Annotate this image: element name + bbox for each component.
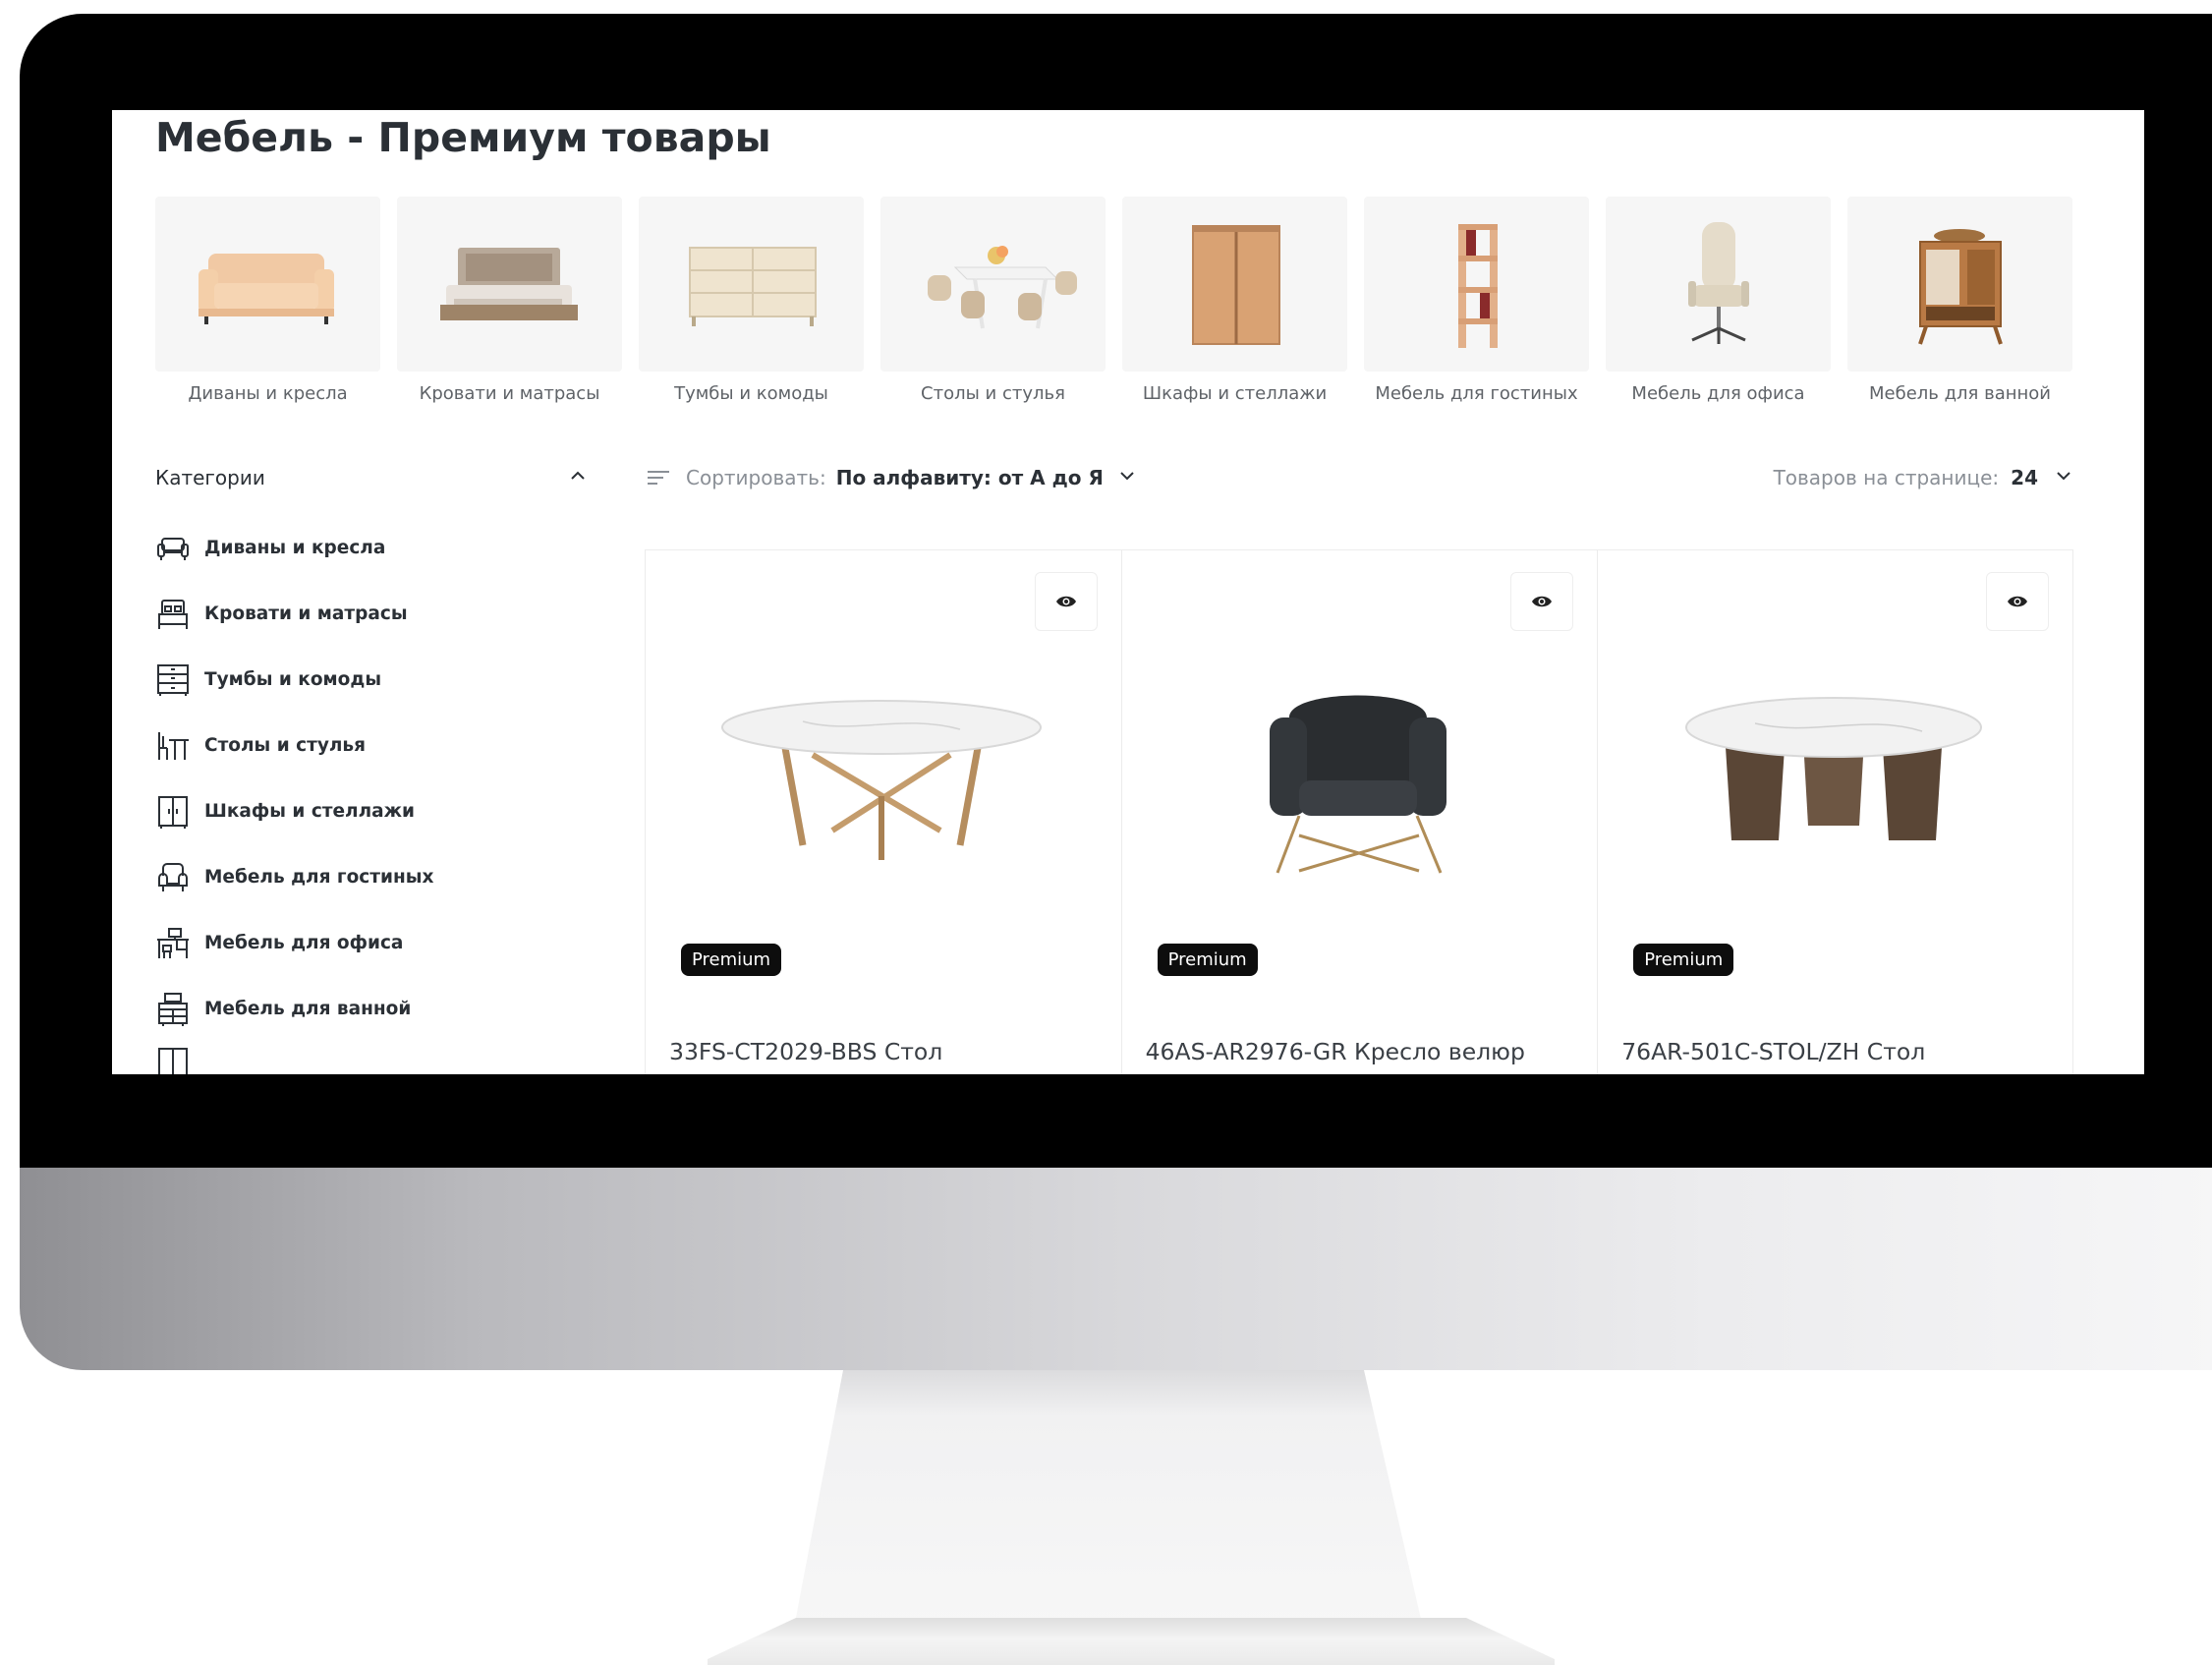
dresser-icon <box>639 197 864 372</box>
categories-list: Диваны и кресла Кровати и матрасы Тумбы … <box>155 515 433 1074</box>
sidebar-item-label: Шкафы и стеллажи <box>204 801 416 822</box>
product-card[interactable]: Premium 33FS-CT2029-BBS Стол <box>645 550 1121 1074</box>
office-chair-icon <box>1606 197 1831 372</box>
premium-badge: Premium <box>1633 944 1734 976</box>
monitor-chin <box>20 1168 2212 1370</box>
chevron-down-icon[interactable] <box>2054 466 2073 489</box>
tile-living[interactable]: Мебель для гостиных <box>1364 197 1589 404</box>
tile-dressers[interactable]: Тумбы и комоды <box>639 197 864 404</box>
tile-label: Диваны и кресла <box>188 383 348 404</box>
tile-label: Кровати и матрасы <box>419 383 600 404</box>
monitor-stand <box>794 1370 1423 1628</box>
monitor-base <box>708 1618 1555 1665</box>
per-page-label: Товаров на странице: <box>1773 466 2000 489</box>
product-name[interactable]: 76AR-501C-STOL/ZH Стол <box>1621 1034 2054 1069</box>
categories-title: Категории <box>155 466 265 489</box>
bathroom-cabinet-icon <box>1847 197 2072 372</box>
wardrobe-icon <box>1122 197 1347 372</box>
sidebar-item-tables[interactable]: Столы и стулья <box>155 713 433 778</box>
sidebar-item-label: Мебель для офиса <box>204 933 404 953</box>
chevron-up-icon[interactable] <box>568 466 588 489</box>
tile-office[interactable]: Мебель для офиса <box>1606 197 1831 404</box>
table-chair-outline-icon <box>155 728 191 764</box>
sidebar-item-living[interactable]: Мебель для гостиных <box>155 844 433 910</box>
premium-badge: Premium <box>1157 944 1258 976</box>
chevron-down-icon[interactable] <box>1117 466 1137 489</box>
per-page-select[interactable]: Товаров на странице: 24 <box>1774 466 2073 489</box>
dining-set-icon <box>880 197 1106 372</box>
tile-tables-chairs[interactable]: Столы и стулья <box>880 197 1106 404</box>
tile-label: Тумбы и комоды <box>674 383 828 404</box>
sort-bar: Сортировать: По алфавиту: от А до Я Това… <box>645 456 2073 499</box>
screen: Мебель - Премиум товары Диваны и кресла <box>112 110 2144 1074</box>
sofa-icon <box>155 197 380 372</box>
cabinet-outline-icon <box>155 1046 191 1074</box>
sort-dropdown[interactable]: По алфавиту: от А до Я <box>836 466 1104 489</box>
sort-label: Сортировать: <box>686 466 826 489</box>
category-tiles: Диваны и кресла Кровати и матрасы Тумбы … <box>155 197 2072 404</box>
sidebar-item-bathroom[interactable]: Мебель для ванной <box>155 976 433 1042</box>
sidebar-item-label: Диваны и кресла <box>204 538 386 558</box>
sidebar-item-more[interactable] <box>155 1042 433 1074</box>
sidebar-item-label: Тумбы и комоды <box>204 669 382 690</box>
tile-bathroom[interactable]: Мебель для ванной <box>1847 197 2072 404</box>
sidebar-item-wardrobes[interactable]: Шкафы и стеллажи <box>155 778 433 844</box>
product-card[interactable]: Premium 76AR-501C-STOL/ZH Стол <box>1597 550 2073 1074</box>
sidebar-item-dressers[interactable]: Тумбы и комоды <box>155 647 433 713</box>
tile-label: Мебель для офиса <box>1631 383 1805 404</box>
bathroom-outline-icon <box>155 992 191 1027</box>
tile-label: Мебель для ванной <box>1868 383 2051 404</box>
desk-outline-icon <box>155 926 191 961</box>
eye-icon[interactable] <box>1034 572 1098 631</box>
wardrobe-outline-icon <box>155 794 191 830</box>
product-card[interactable]: Premium 46AS-AR2976-GR Кресло велюр <box>1120 550 1598 1074</box>
tile-wardrobes[interactable]: Шкафы и стеллажи <box>1122 197 1347 404</box>
tile-beds[interactable]: Кровати и матрасы <box>397 197 622 404</box>
product-image[interactable] <box>685 678 1078 914</box>
product-image[interactable] <box>1637 678 2030 914</box>
page-title: Мебель - Премиум товары <box>155 114 771 161</box>
bed-outline-icon <box>155 597 191 632</box>
armchair-outline-icon <box>155 860 191 895</box>
sidebar-item-office[interactable]: Мебель для офиса <box>155 910 433 976</box>
product-grid: Premium 33FS-CT2029-BBS Стол Premium 46A… <box>645 549 2073 1074</box>
tile-label: Шкафы и стеллажи <box>1142 383 1328 404</box>
eye-icon[interactable] <box>1510 572 1574 631</box>
bed-icon <box>397 197 622 372</box>
categories-header[interactable]: Категории <box>155 466 588 489</box>
sidebar-item-label: Кровати и матрасы <box>204 603 408 624</box>
tile-label: Мебель для гостиных <box>1375 383 1578 404</box>
tile-sofas[interactable]: Диваны и кресла <box>155 197 380 404</box>
product-name[interactable]: 46AS-AR2976-GR Кресло велюр <box>1146 1034 1578 1069</box>
eye-icon[interactable] <box>1985 572 2049 631</box>
product-image[interactable] <box>1162 678 1555 914</box>
per-page-value[interactable]: 24 <box>2011 466 2038 489</box>
sidebar-item-beds[interactable]: Кровати и матрасы <box>155 581 433 647</box>
sidebar-item-label: Столы и стулья <box>204 735 367 756</box>
sort-lines-icon <box>645 464 672 491</box>
premium-badge: Premium <box>681 944 782 976</box>
sidebar-item-sofas[interactable]: Диваны и кресла <box>155 515 433 581</box>
dresser-outline-icon <box>155 662 191 698</box>
sidebar-item-label: Мебель для гостиных <box>204 867 434 888</box>
tile-label: Столы и стулья <box>921 383 1065 404</box>
product-name[interactable]: 33FS-CT2029-BBS Стол <box>669 1034 1102 1069</box>
sidebar-item-label: Мебель для ванной <box>204 999 412 1019</box>
bookshelf-icon <box>1364 197 1589 372</box>
sofa-outline-icon <box>155 531 191 566</box>
